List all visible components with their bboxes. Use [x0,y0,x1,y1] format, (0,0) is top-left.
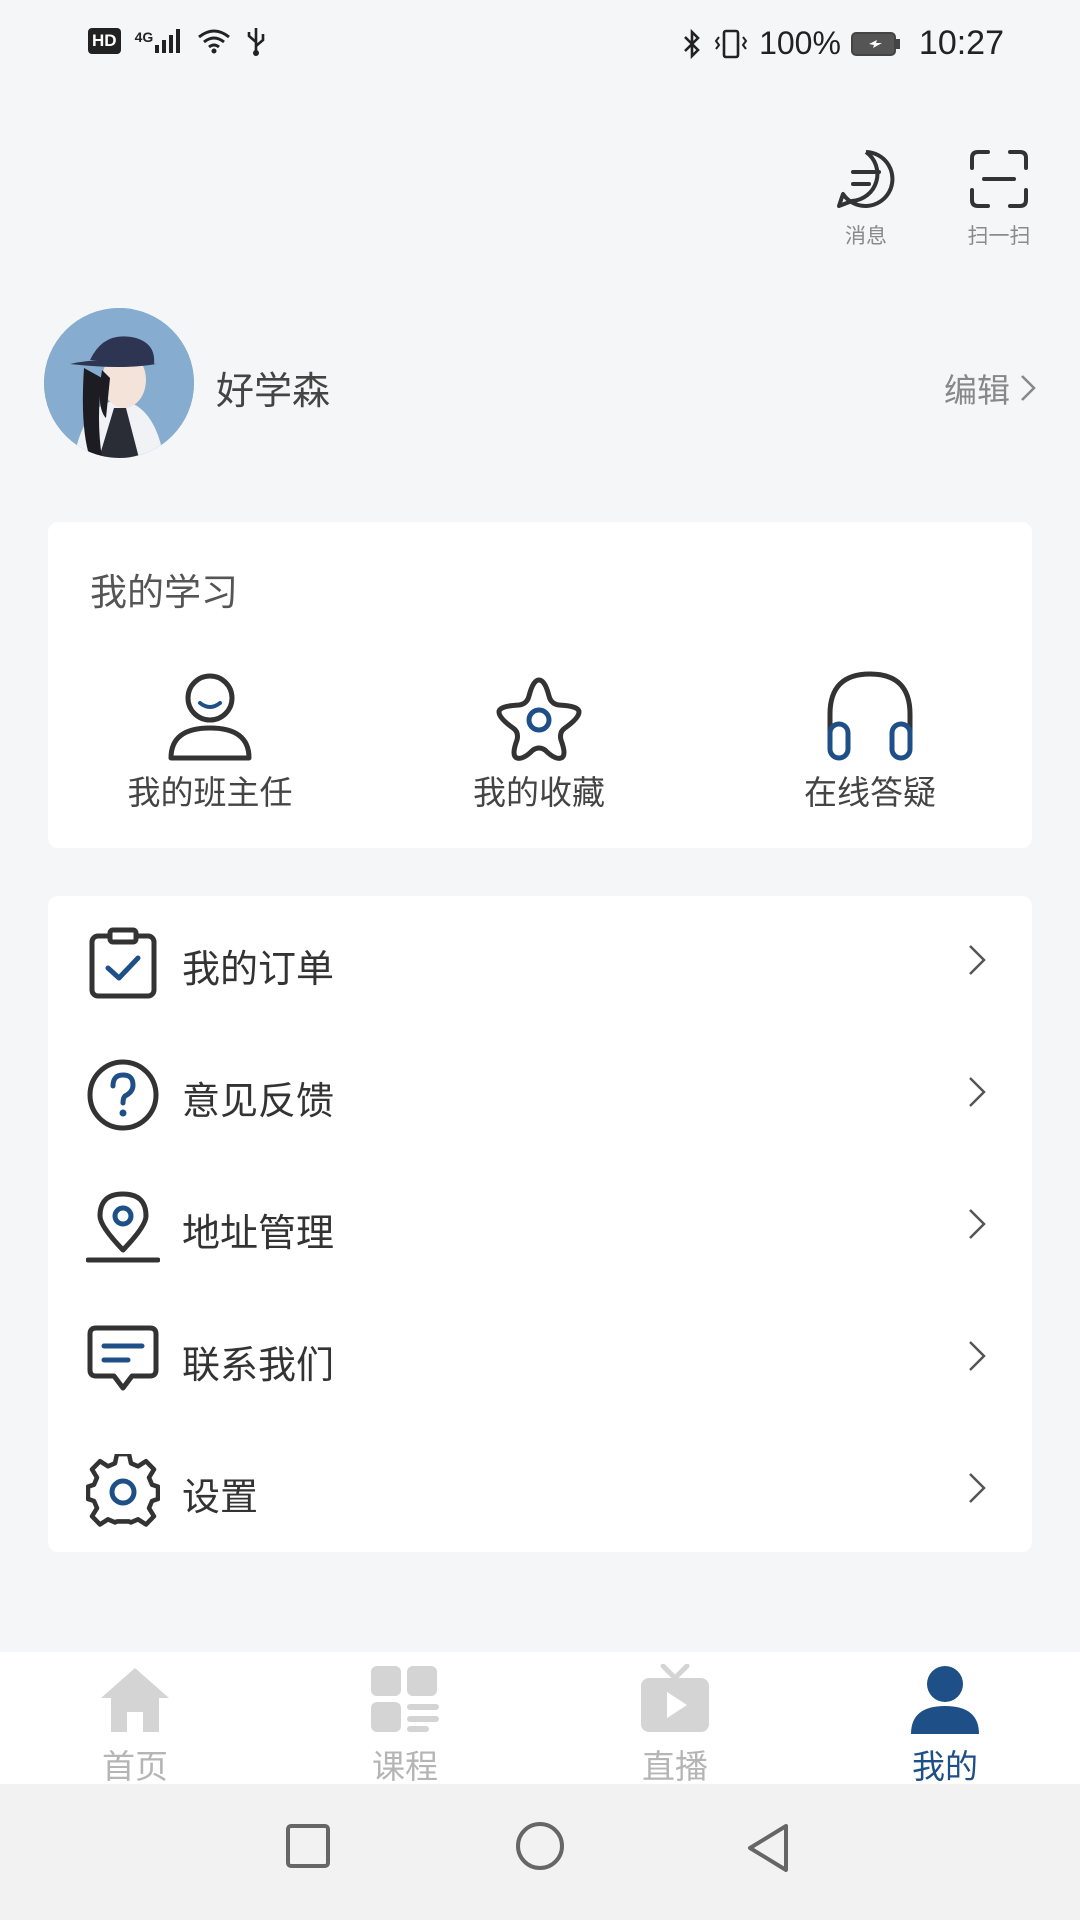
message-label: 消息 [845,224,887,248]
wifi-icon [198,29,231,54]
tab-mine[interactable]: 我的 [870,1664,1020,1788]
person-icon [168,673,252,761]
battery-percent: 100% [759,25,841,61]
recent-apps-icon[interactable] [284,1822,332,1870]
menu-item-address[interactable]: 地址管理 [48,1160,1032,1292]
chat-bubble-icon [87,1325,159,1391]
status-right: 100% 10:27 [681,24,1004,63]
study-item-label: 我的收藏 [473,773,605,812]
signal-icon: 4G [135,29,184,53]
menu-item-label: 意见反馈 [182,1079,335,1123]
network-type: 4G [134,29,154,45]
status-left: HD 4G [88,26,267,56]
chevron-right-icon [969,1209,986,1239]
usb-icon [247,28,265,56]
tab-live[interactable]: 直播 [600,1663,750,1788]
study-item-favorites[interactable]: 我的收藏 [419,666,659,814]
back-icon[interactable] [744,1822,792,1874]
menu-item-settings[interactable]: 设置 [48,1424,1032,1556]
question-circle-icon [87,1059,159,1131]
grid-list-icon [371,1666,439,1732]
hd-badge: HD [88,28,121,54]
menu-item-label: 联系我们 [182,1343,335,1387]
tab-label: 我的 [912,1747,978,1786]
study-item-label: 在线答疑 [804,773,936,812]
star-icon [496,677,582,761]
battery-icon [850,31,900,56]
edit-label: 编辑 [944,371,1010,410]
tab-courses[interactable]: 课程 [330,1664,480,1788]
chevron-right-icon [969,1341,986,1371]
tab-home[interactable]: 首页 [60,1664,210,1788]
menu-card: 我的订单 意见反馈 地址管理 联系我们 设置 [48,896,1032,1552]
study-item-head-teacher[interactable]: 我的班主任 [90,666,330,814]
edit-profile-link[interactable]: 编辑 [944,364,1036,412]
tab-label: 直播 [642,1747,708,1786]
menu-item-feedback[interactable]: 意见反馈 [48,1028,1032,1160]
bottom-tab-bar: 首页 课程 直播 我的 [0,1652,1080,1786]
study-item-online-qa[interactable]: 在线答疑 [750,666,990,814]
headphones-icon [827,671,913,761]
scan-label: 扫一扫 [967,224,1031,248]
profile-header: 好学森 编辑 [44,308,1040,458]
scan-icon [970,150,1028,208]
message-button[interactable]: 消息 [821,148,911,250]
status-bar: HD 4G 100% 10:27 [0,0,1080,90]
menu-item-label: 设置 [182,1475,259,1519]
gear-icon [86,1454,160,1527]
menu-item-orders[interactable]: 我的订单 [48,896,1032,1028]
menu-item-contact[interactable]: 联系我们 [48,1292,1032,1424]
my-study-title: 我的学习 [90,571,238,614]
menu-item-label: 我的订单 [182,947,335,991]
message-icon [837,150,895,208]
clipboard-check-icon [89,927,157,999]
home-nav-icon[interactable] [514,1822,566,1874]
user-icon [911,1666,979,1734]
my-study-card: 我的学习 我的班主任 我的收藏 在线答疑 [48,522,1032,848]
tab-label: 首页 [102,1747,168,1786]
menu-item-label: 地址管理 [182,1211,335,1255]
avatar[interactable] [44,308,194,458]
chevron-right-icon [1021,375,1036,401]
vibrate-icon [714,29,748,58]
tv-play-icon [641,1663,709,1732]
home-icon [101,1668,169,1732]
location-pin-icon [86,1191,160,1263]
bluetooth-icon [684,28,700,59]
scan-button[interactable]: 扫一扫 [954,148,1044,250]
chevron-right-icon [969,1473,986,1503]
tab-label: 课程 [372,1747,438,1786]
study-item-label: 我的班主任 [127,773,293,812]
username: 好学森 [216,369,331,413]
chevron-right-icon [969,945,986,975]
system-nav-bar [0,1784,1080,1920]
chevron-right-icon [969,1077,986,1107]
clock: 10:27 [918,24,1004,62]
